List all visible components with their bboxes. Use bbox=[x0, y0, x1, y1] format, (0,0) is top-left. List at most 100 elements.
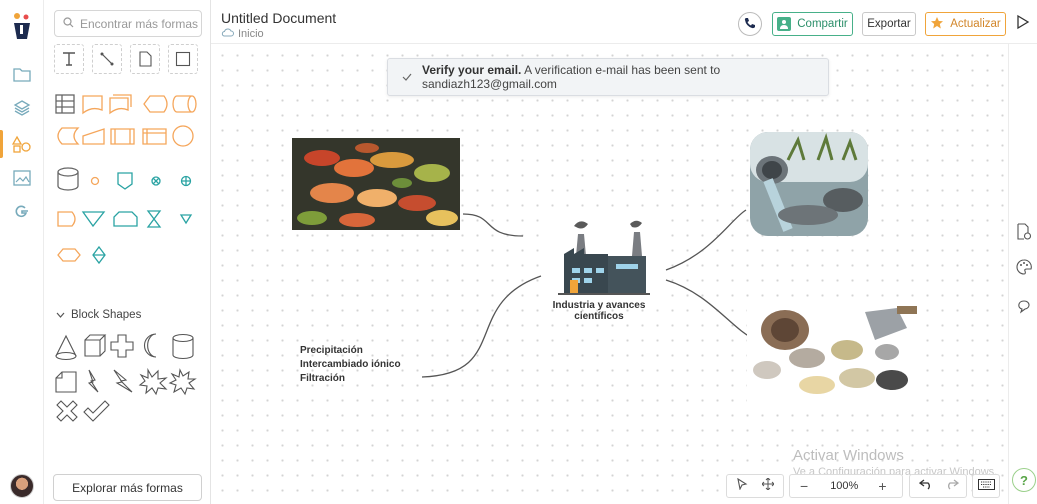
google-icon[interactable] bbox=[12, 202, 32, 222]
cylinder-shape[interactable] bbox=[172, 333, 194, 360]
lightning-shape[interactable] bbox=[87, 369, 99, 393]
presentation-play-icon[interactable] bbox=[1016, 14, 1030, 35]
note-line: Intercambiado iónico bbox=[300, 359, 401, 370]
minerals-image[interactable] bbox=[747, 300, 921, 404]
compost-image[interactable] bbox=[292, 138, 460, 230]
block-shapes-title: Block Shapes bbox=[71, 309, 142, 321]
document-title[interactable]: Untitled Document bbox=[221, 10, 336, 26]
factory-icon bbox=[558, 220, 650, 295]
check-shape[interactable] bbox=[83, 400, 110, 422]
pan-icon[interactable] bbox=[761, 477, 775, 495]
stored-data-shape[interactable] bbox=[57, 127, 80, 145]
connector-minerals[interactable] bbox=[665, 279, 757, 341]
connector-tool[interactable] bbox=[92, 44, 122, 74]
database-shape[interactable] bbox=[57, 167, 79, 191]
theme-palette-icon[interactable] bbox=[1015, 258, 1033, 276]
triangle-down-shape[interactable] bbox=[179, 214, 193, 225]
shapes-icon[interactable] bbox=[12, 134, 32, 154]
rectangle-tool[interactable] bbox=[168, 44, 198, 74]
pointer-icon[interactable] bbox=[736, 477, 748, 495]
pointer-toolbar bbox=[726, 474, 784, 498]
explosion2-shape[interactable] bbox=[168, 368, 197, 396]
connector-compost[interactable] bbox=[462, 213, 524, 237]
zoom-in-icon[interactable]: + bbox=[878, 478, 886, 494]
help-button[interactable]: ? bbox=[1012, 468, 1036, 492]
x-shape[interactable] bbox=[56, 400, 78, 422]
note-tool[interactable] bbox=[130, 44, 160, 74]
multi-document-shape[interactable] bbox=[109, 94, 132, 115]
breadcrumb[interactable]: Inicio bbox=[221, 28, 264, 40]
text-tool[interactable] bbox=[54, 44, 84, 74]
app-logo[interactable] bbox=[12, 12, 32, 47]
app-root: Encontrar más formas Block Shapes Explor… bbox=[0, 0, 1037, 504]
avatar[interactable] bbox=[10, 474, 34, 498]
search-placeholder: Encontrar más formas bbox=[80, 16, 199, 31]
predefined-process-shape[interactable] bbox=[110, 128, 135, 145]
connector-notes[interactable] bbox=[421, 275, 542, 378]
central-topic-label[interactable]: Industria y avances científicos bbox=[529, 300, 669, 322]
cylinder-horizontal-shape[interactable] bbox=[172, 95, 197, 113]
upgrade-button[interactable]: Actualizar bbox=[925, 12, 1006, 36]
collate-shape[interactable] bbox=[146, 210, 162, 228]
share-label: Compartir bbox=[797, 18, 848, 30]
call-button[interactable] bbox=[738, 12, 762, 36]
export-button[interactable]: Exportar bbox=[862, 12, 916, 36]
cube-shape[interactable] bbox=[84, 334, 107, 357]
cloud-icon bbox=[221, 28, 234, 40]
right-rail bbox=[1008, 44, 1037, 504]
block-shapes-header[interactable]: Block Shapes bbox=[56, 309, 141, 321]
diagram-canvas[interactable]: Verify your email. A verification e-mail… bbox=[211, 44, 1008, 504]
decision-shape[interactable] bbox=[92, 245, 106, 265]
page-settings-icon[interactable] bbox=[1015, 223, 1033, 241]
delay-shape[interactable] bbox=[57, 211, 76, 227]
chevron-down-icon bbox=[56, 309, 65, 321]
image-icon[interactable] bbox=[12, 168, 32, 188]
basic-tools bbox=[54, 44, 198, 74]
merge-shape[interactable] bbox=[81, 211, 106, 228]
search-input[interactable]: Encontrar más formas bbox=[54, 10, 202, 37]
note-line: Filtración bbox=[300, 373, 346, 384]
windows-activation-title: Activar Windows bbox=[793, 447, 904, 464]
left-rail bbox=[0, 0, 44, 504]
star-icon bbox=[930, 16, 944, 33]
undo-icon[interactable] bbox=[918, 477, 933, 495]
lightning-bolt-shape[interactable] bbox=[113, 369, 133, 393]
table-shape[interactable] bbox=[55, 94, 75, 114]
internal-storage-shape[interactable] bbox=[142, 128, 167, 145]
connector-pollution[interactable] bbox=[665, 209, 747, 271]
cross-shape[interactable] bbox=[110, 334, 134, 358]
process-notes[interactable]: Precipitación Intercambiado iónico Filtr… bbox=[300, 344, 401, 386]
circle-shape[interactable] bbox=[172, 125, 194, 147]
manual-input-shape[interactable] bbox=[82, 128, 105, 145]
breadcrumb-label: Inicio bbox=[238, 28, 264, 40]
search-icon bbox=[63, 16, 74, 31]
share-button[interactable]: Compartir bbox=[772, 12, 853, 36]
explosion-shape[interactable] bbox=[138, 367, 168, 396]
explore-more-shapes-button[interactable]: Explorar más formas bbox=[53, 474, 202, 501]
keyboard-shortcuts-button[interactable] bbox=[972, 474, 1000, 498]
or-shape[interactable] bbox=[180, 175, 192, 187]
moon-shape[interactable] bbox=[144, 333, 157, 358]
zoom-toolbar: − 100% + bbox=[789, 474, 903, 498]
folded-corner-shape[interactable] bbox=[55, 371, 77, 393]
block-shape-gallery[interactable] bbox=[52, 330, 207, 445]
comments-icon[interactable] bbox=[1015, 298, 1033, 316]
zoom-out-icon[interactable]: − bbox=[800, 478, 808, 494]
shape-gallery[interactable] bbox=[52, 88, 207, 288]
pollution-image[interactable] bbox=[748, 130, 870, 238]
summing-junction-shape[interactable] bbox=[151, 176, 161, 186]
display-shape[interactable] bbox=[143, 95, 168, 113]
cone-shape[interactable] bbox=[55, 334, 77, 361]
offpage-shape[interactable] bbox=[117, 172, 133, 190]
loop-limit-shape[interactable] bbox=[113, 211, 138, 227]
zoom-level[interactable]: 100% bbox=[830, 480, 858, 492]
phone-icon bbox=[744, 17, 756, 32]
document-shape[interactable] bbox=[82, 95, 103, 115]
small-circle-shape[interactable] bbox=[90, 176, 100, 186]
preparation-shape[interactable] bbox=[57, 248, 81, 262]
factory-node[interactable] bbox=[544, 216, 664, 298]
redo-icon[interactable] bbox=[945, 477, 960, 495]
top-header: Untitled Document Inicio Compartir Expor… bbox=[211, 0, 1037, 44]
layers-icon[interactable] bbox=[12, 98, 32, 118]
folder-icon[interactable] bbox=[12, 64, 32, 84]
